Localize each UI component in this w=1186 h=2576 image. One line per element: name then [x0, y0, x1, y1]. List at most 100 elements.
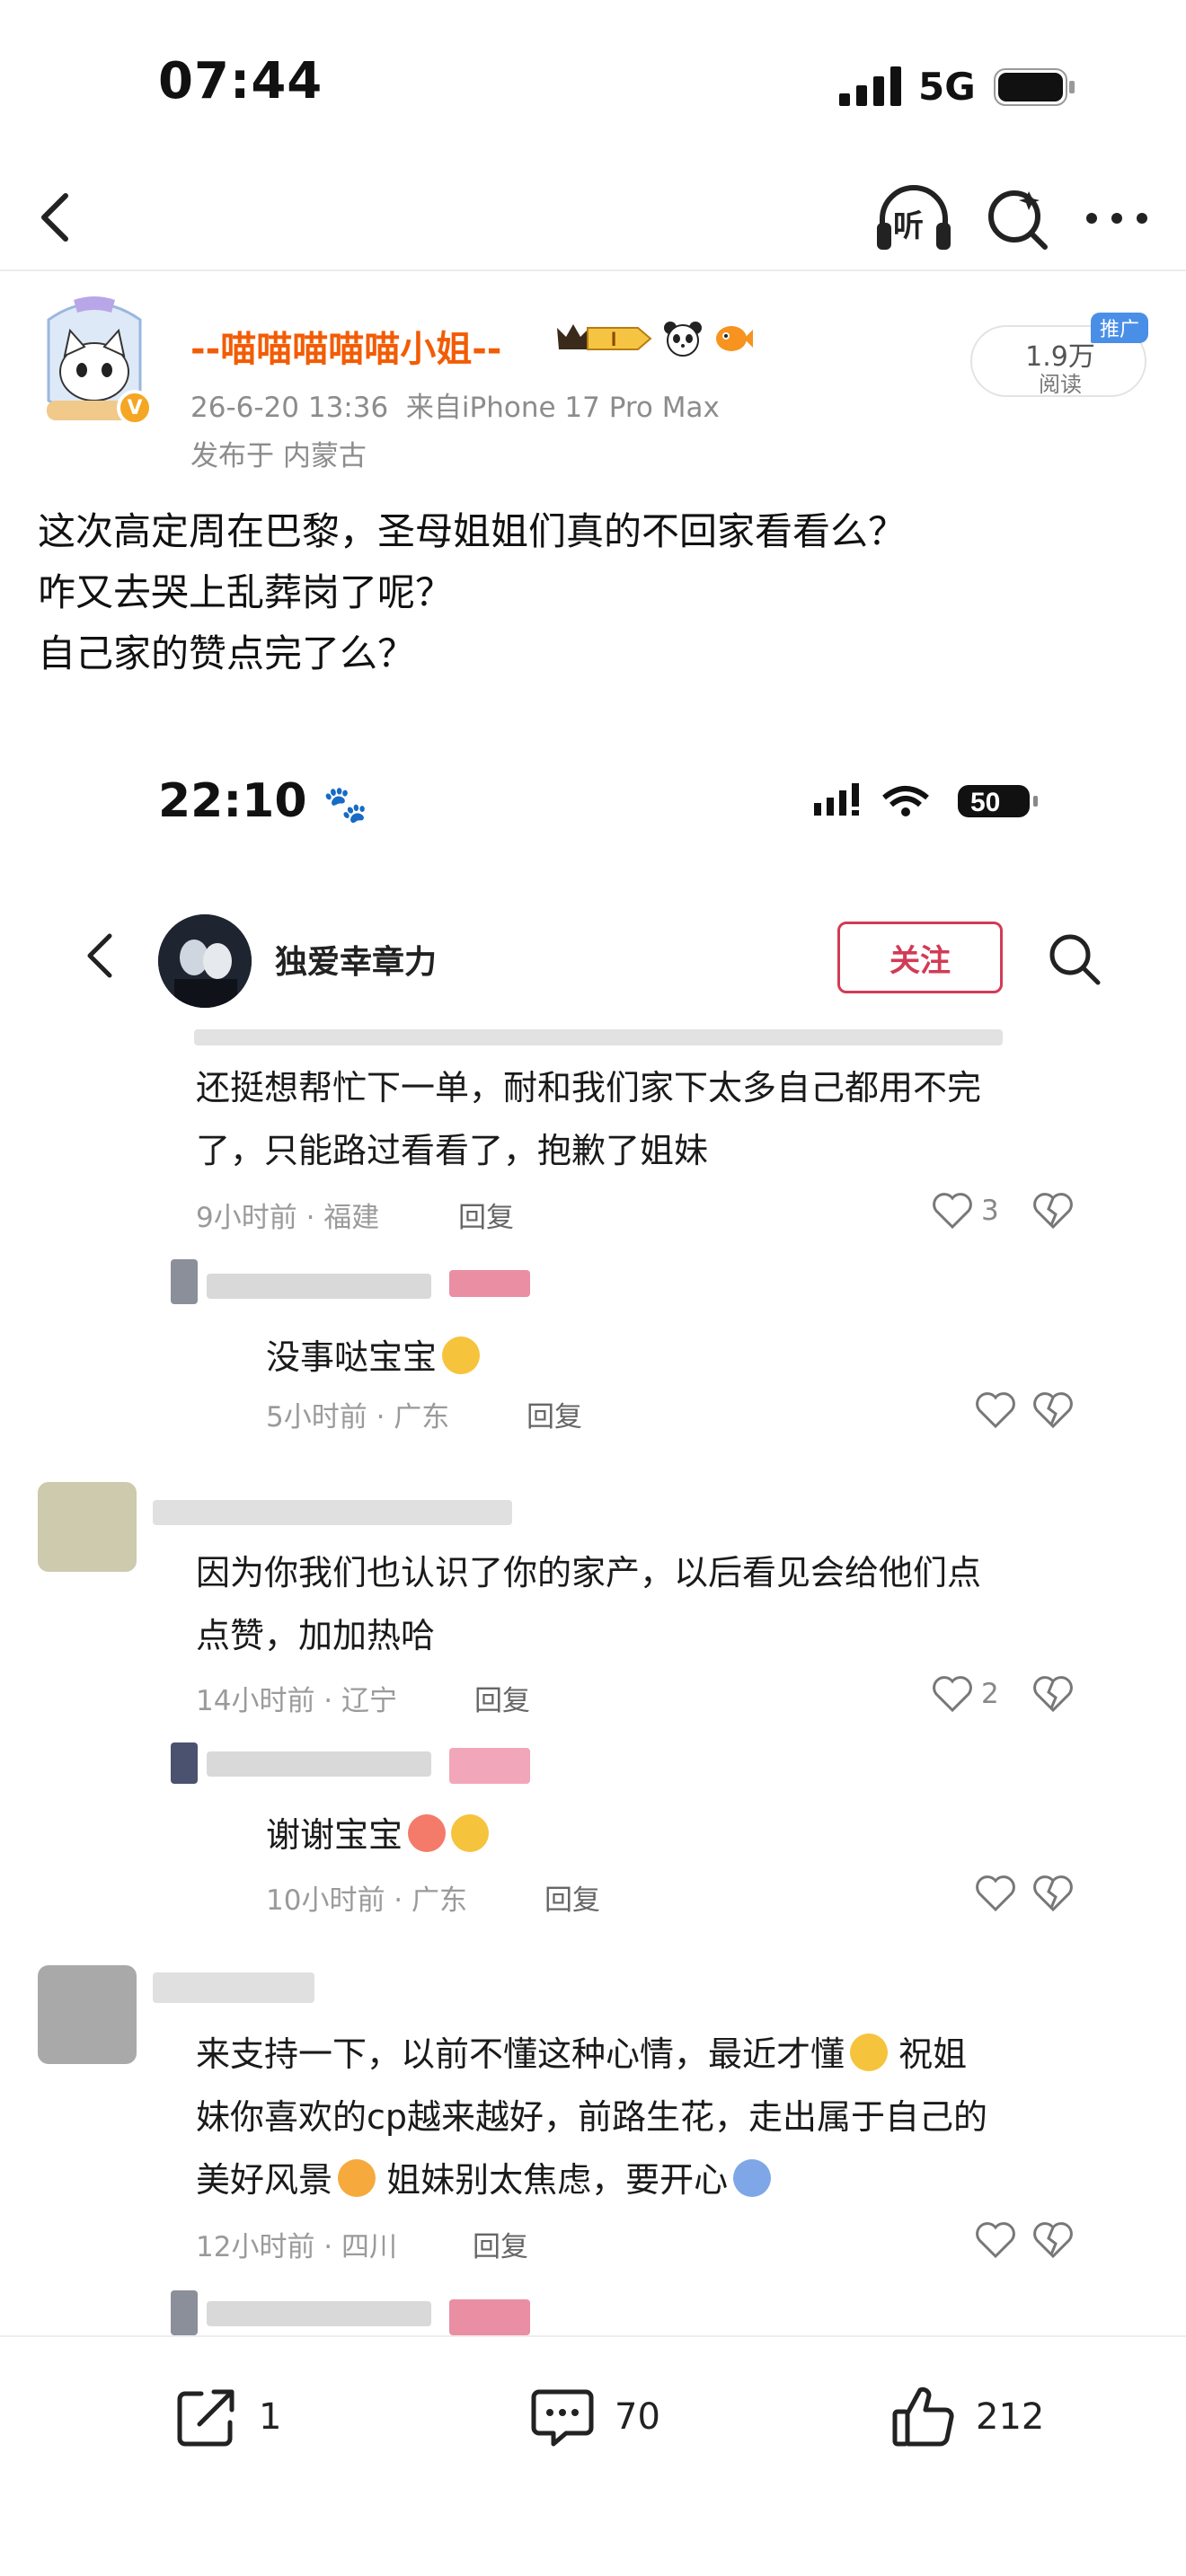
comment-reply: 回复: [458, 1202, 514, 1234]
post-line: 这次高定周在巴黎，圣母姐姐们真的不回家看看么？: [38, 509, 907, 553]
author-name[interactable]: --喵喵喵喵喵小姐--: [190, 320, 501, 372]
blurred-username: [207, 1274, 431, 1299]
blurred-avatar: [38, 1482, 137, 1572]
promo-tag[interactable]: 推广: [1091, 313, 1148, 343]
back-button[interactable]: [20, 181, 92, 253]
cut-off-text: [194, 1029, 1003, 1045]
user-badges[interactable]: I: [552, 316, 753, 361]
comment-text: 了，只能路过看看了，抱歉了姐妹: [196, 1131, 709, 1170]
blurred-username: [207, 1751, 431, 1777]
share-count: 1: [259, 2396, 282, 2438]
cat-emoji-icon: [338, 2159, 376, 2197]
nav-divider: [0, 269, 1186, 271]
broken-heart-icon: [1033, 2222, 1073, 2259]
crown-level-badge-icon: I: [557, 324, 652, 350]
comment-text: 妹你喜欢的cp越来越好，前路生花，走出属于自己的: [196, 2097, 988, 2137]
blurred-username: [449, 2299, 530, 2335]
search-icon: [1049, 934, 1101, 985]
comment-text: 还挺想帮忙下一单，耐和我们家下太多自己都用不完: [196, 1068, 982, 1107]
comment-reply: 回复: [473, 2231, 528, 2263]
verified-badge: V: [117, 390, 153, 426]
image-profile-avatar: [158, 914, 252, 1008]
comment-like-count: 3: [981, 1195, 999, 1227]
comment-text: 因为你我们也认识了你的家产，以后看见会给他们点: [196, 1553, 982, 1592]
blurred-username: [153, 1500, 512, 1525]
broken-heart-icon: [1033, 1676, 1073, 1713]
more-icon: [1086, 213, 1147, 224]
comment-text: 点赞，加加热哈: [196, 1616, 436, 1655]
post-meta: 26-6-20 13:36 来自iPhone 17 Pro Max: [190, 384, 720, 425]
comment-icon: [531, 2389, 594, 2447]
image-status-icons: 50: [814, 783, 1038, 817]
image-follow-button: 关注: [837, 922, 1003, 993]
reply-text: 没事哒宝宝: [266, 1329, 481, 1379]
listen-label: 听: [893, 208, 924, 244]
badge-level-text: I: [611, 328, 616, 350]
smile-emoji-icon: [442, 1337, 481, 1374]
bottom-toolbar: 1 70 212: [0, 2335, 1186, 2576]
image-battery-level: 50: [970, 788, 1000, 817]
thumbs-up-icon: [892, 2386, 954, 2447]
heart-icon: [933, 1193, 972, 1230]
listen-button[interactable]: 听: [873, 178, 954, 259]
reply-meta: 5小时前 · 广东: [266, 1401, 450, 1434]
comment-text: 来支持一下，以前不懂这种心情，最近才懂 祝姐: [196, 2033, 968, 2074]
comment-meta: 9小时前 · 福建: [196, 1202, 380, 1234]
comment-text: 美好风景 姐妹别太焦虑，要开心: [196, 2152, 772, 2201]
more-button[interactable]: [1076, 178, 1157, 259]
image-profile-header: 独爱幸章力 关注: [36, 898, 1150, 1015]
comment-reply: 回复: [474, 1685, 530, 1717]
status-bar: 07:44 5G: [0, 0, 1186, 171]
post-line: 咋又去哭上乱葬岗了呢？: [38, 570, 454, 614]
post-body: 这次高定周在巴黎，圣母姐姐们真的不回家看看么？ 咋又去哭上乱葬岗了呢？ 自己家的…: [38, 501, 1152, 684]
signal-icon: [839, 66, 901, 106]
heart-icon: [976, 1392, 1015, 1429]
comment-meta: 14小时前 · 辽宁: [196, 1685, 398, 1717]
blurred-username: [449, 1748, 530, 1784]
broken-heart-icon: [1033, 1193, 1073, 1230]
blurred-username: [171, 1259, 198, 1304]
laugh-cry-emoji-icon: [850, 2033, 889, 2071]
blurred-username: [171, 2290, 198, 2335]
image-status-time: 22:10 🐾: [158, 774, 368, 828]
comment-button[interactable]: 70: [527, 2377, 660, 2457]
image-profile-name: 独爱幸章力: [275, 944, 438, 981]
network-type: 5G: [918, 65, 976, 109]
broken-heart-icon: [1033, 1875, 1073, 1912]
post-line: 自己家的赞点完了么？: [38, 631, 416, 675]
battery-icon: [994, 68, 1075, 106]
chevron-left-icon: [87, 933, 112, 978]
post-timestamp: 26-6-20 13:36: [190, 392, 389, 424]
like-button[interactable]: 212: [888, 2377, 1044, 2457]
search-button[interactable]: [978, 178, 1058, 259]
blurred-username: [207, 2301, 431, 2326]
blurred-username: [449, 1270, 530, 1297]
status-time: 07:44: [158, 52, 323, 110]
nav-bar: 听: [0, 171, 1186, 269]
post-location: 发布于 内蒙古: [190, 440, 367, 472]
reply-reply: 回复: [527, 1401, 582, 1434]
heart-icon: [933, 1676, 972, 1713]
panda-icon: [664, 322, 702, 357]
hug-people-emoji-icon: [733, 2159, 772, 2197]
reply-text: 谢谢宝宝: [266, 1807, 490, 1857]
fish-icon: [716, 326, 753, 351]
heart-icon: [976, 2222, 1015, 2259]
blurred-username: [153, 1972, 314, 2003]
post-image[interactable]: 22:10 🐾 50 独爱幸章力 关注 还挺想帮忙下一单，耐和我们家下太多自己都…: [36, 719, 1150, 2335]
comment-count: 70: [615, 2396, 660, 2438]
comment-like-count: 2: [981, 1678, 999, 1710]
share-icon: [177, 2389, 235, 2447]
read-label: 阅读: [1039, 372, 1082, 397]
chevron-left-icon: [41, 193, 68, 242]
heart-eyes-emoji-icon: [408, 1814, 447, 1852]
paw-icon: 🐾: [323, 784, 368, 825]
share-button[interactable]: 1: [171, 2377, 281, 2457]
blurred-avatar: [38, 1965, 137, 2064]
like-count: 212: [976, 2396, 1045, 2438]
comment-meta: 12小时前 · 四川: [196, 2231, 398, 2263]
reply-reply: 回复: [544, 1884, 600, 1917]
hug-emoji-icon: [451, 1814, 490, 1852]
reply-meta: 10小时前 · 广东: [266, 1884, 468, 1917]
broken-heart-icon: [1033, 1392, 1073, 1429]
